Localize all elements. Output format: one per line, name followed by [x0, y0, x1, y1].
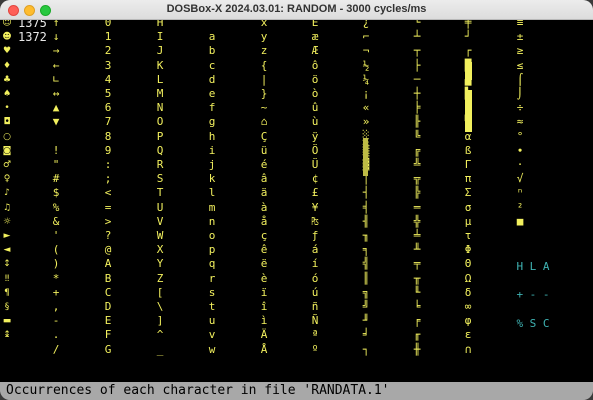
dos-screen[interactable]: ☺ ☻ ♥ ♦ ♣ ♠ • ◘ ○ ◙ ♂ ♀ ♪ ♫ ☼ ► ◄ ↕ ‼ ¶ …	[0, 20, 593, 382]
char-column-2: 0 1 2 3 4 5 6 7 8 9 : ; < = > ? @ A B C …	[104, 20, 112, 356]
cyan-column-1: H L A + - - % S C	[516, 260, 550, 330]
title-bar[interactable]: DOSBox-X 2024.03.01: RANDOM - 3000 cycle…	[0, 0, 593, 20]
char-column-8: └ ┴ ┬ ├ ─ ┼ ╞ ╟ ╚ ╔ ╩ ╦ ╠ ═ ╬ ╧ ╨ ╤ ╥ ╙ …	[413, 20, 421, 356]
char-column-10: ≡ ± ≥ ≤ ⌠ ⌡ ÷ ≈ ° ∙ · √ ⁿ ² ■	[516, 20, 524, 228]
char-column-3: H I J K L M N O P Q R S T U V W X Y Z [ …	[156, 20, 164, 356]
shade-glyph	[363, 138, 368, 176]
char-column-7: ¿ ⌐ ¬ ½ ¼ ¡ « » ░ ▒ ▓ │ ┤ ╡ ╢ ╖ ╕ ╣ ║ ╗ …	[362, 20, 370, 356]
dosbox-window: DOSBox-X 2024.03.01: RANDOM - 3000 cycle…	[0, 0, 593, 400]
char-column-1: ↑ ↓ → ← ∟ ↔ ▲ ▼ ! " # $ % & ' ( ) * + , …	[52, 20, 60, 356]
count-2: 1372	[18, 30, 47, 45]
block-glyph-2	[465, 90, 472, 132]
char-column-6: É æ Æ ô ö ò û ù ÿ Ö Ü ¢ £ ¥ ₧ ƒ á í ó ú …	[311, 20, 319, 356]
counts-readout: 1375 1372	[18, 20, 47, 44]
control-char-column: ☺ ☻ ♥ ♦ ♣ ♠ • ◘ ○ ◙ ♂ ♀ ♪ ♫ ☼ ► ◄ ↕ ‼ ¶ …	[2, 20, 12, 341]
char-column-4: ` a b c d e f g h i j k l m n o p q r s …	[208, 20, 216, 356]
status-bar: Occurrences of each character in file 'R…	[0, 382, 593, 400]
count-1: 1375	[18, 20, 47, 30]
block-glyph-1	[465, 62, 472, 80]
window-title: DOSBox-X 2024.03.01: RANDOM - 3000 cycle…	[166, 3, 427, 15]
char-column-5: x y z { | } ~ ⌂ Ç ü é â ä à å ç ê ë è ï …	[260, 20, 268, 356]
